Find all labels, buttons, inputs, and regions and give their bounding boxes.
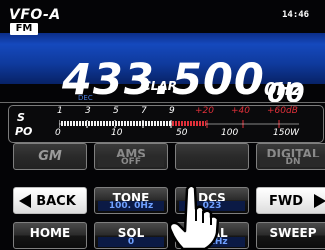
s-scale-plus20: +20: [195, 106, 214, 116]
s-scale-5: 5: [113, 106, 119, 116]
empty-button-row1[interactable]: [175, 143, 249, 170]
po-scale-50: 50: [176, 128, 188, 138]
s-meter-bar-over: [172, 121, 206, 126]
fwd-button[interactable]: FWD: [256, 187, 325, 214]
clar-value: 0Hz: [264, 79, 303, 100]
sql-value: 0: [98, 237, 164, 247]
digital-value: DN: [260, 157, 325, 167]
back-button[interactable]: BACK: [13, 187, 87, 214]
meter-panel: S PO 1 3 5 7 9 +20 +40 +60dB 0 10 50 100: [8, 105, 324, 143]
s-scale-plus60: +60dB: [267, 106, 298, 116]
sql-button[interactable]: SQL 0: [94, 222, 168, 249]
s-scale-1: 1: [57, 106, 63, 116]
s-meter-label: S: [17, 111, 25, 124]
frequency-panel[interactable]: 433.500 00: [0, 33, 325, 109]
home-label: HOME: [29, 226, 71, 240]
digital-button[interactable]: DIGITAL DN: [256, 143, 325, 170]
s-meter-bar: [61, 121, 171, 126]
po-scale-100: 100: [221, 128, 239, 138]
s-scale-plus40: +40: [231, 106, 250, 116]
home-button[interactable]: HOME: [13, 222, 87, 249]
mode-badge[interactable]: FM: [10, 23, 38, 35]
dec-indicator: DEC: [78, 94, 93, 102]
sweep-label: SWEEP: [269, 226, 317, 240]
arrow-right-icon: [314, 194, 325, 208]
s-scale-7: 7: [141, 106, 147, 116]
po-meter-label: PO: [15, 125, 33, 138]
pointing-hand-icon: [168, 184, 220, 250]
back-label: BACK: [36, 194, 76, 209]
fwd-label: FWD: [268, 194, 303, 209]
clar-label: CLAR: [142, 79, 177, 93]
po-scale-0: 0: [55, 128, 61, 138]
po-scale-10: 10: [111, 128, 123, 138]
radio-touch-screen: VFO-A 14:46 433.500 00 FM DEC CLAR 0Hz S…: [0, 0, 325, 250]
gm-label: GM: [38, 149, 62, 164]
sweep-button[interactable]: SWEEP: [256, 222, 325, 249]
s-scale-9: 9: [169, 106, 175, 116]
ams-button[interactable]: AMS OFF: [94, 143, 168, 170]
po-scale-150w: 150W: [273, 128, 300, 138]
tone-button[interactable]: TONE 100. 0Hz: [94, 187, 168, 214]
s-scale-3: 3: [85, 106, 91, 116]
gm-button[interactable]: GM: [13, 143, 87, 170]
divider: [0, 102, 325, 103]
ams-value: OFF: [98, 157, 164, 167]
tone-value: 100. 0Hz: [98, 201, 164, 211]
vfo-label: VFO-A: [9, 7, 61, 23]
clock: 14:46: [282, 10, 310, 20]
